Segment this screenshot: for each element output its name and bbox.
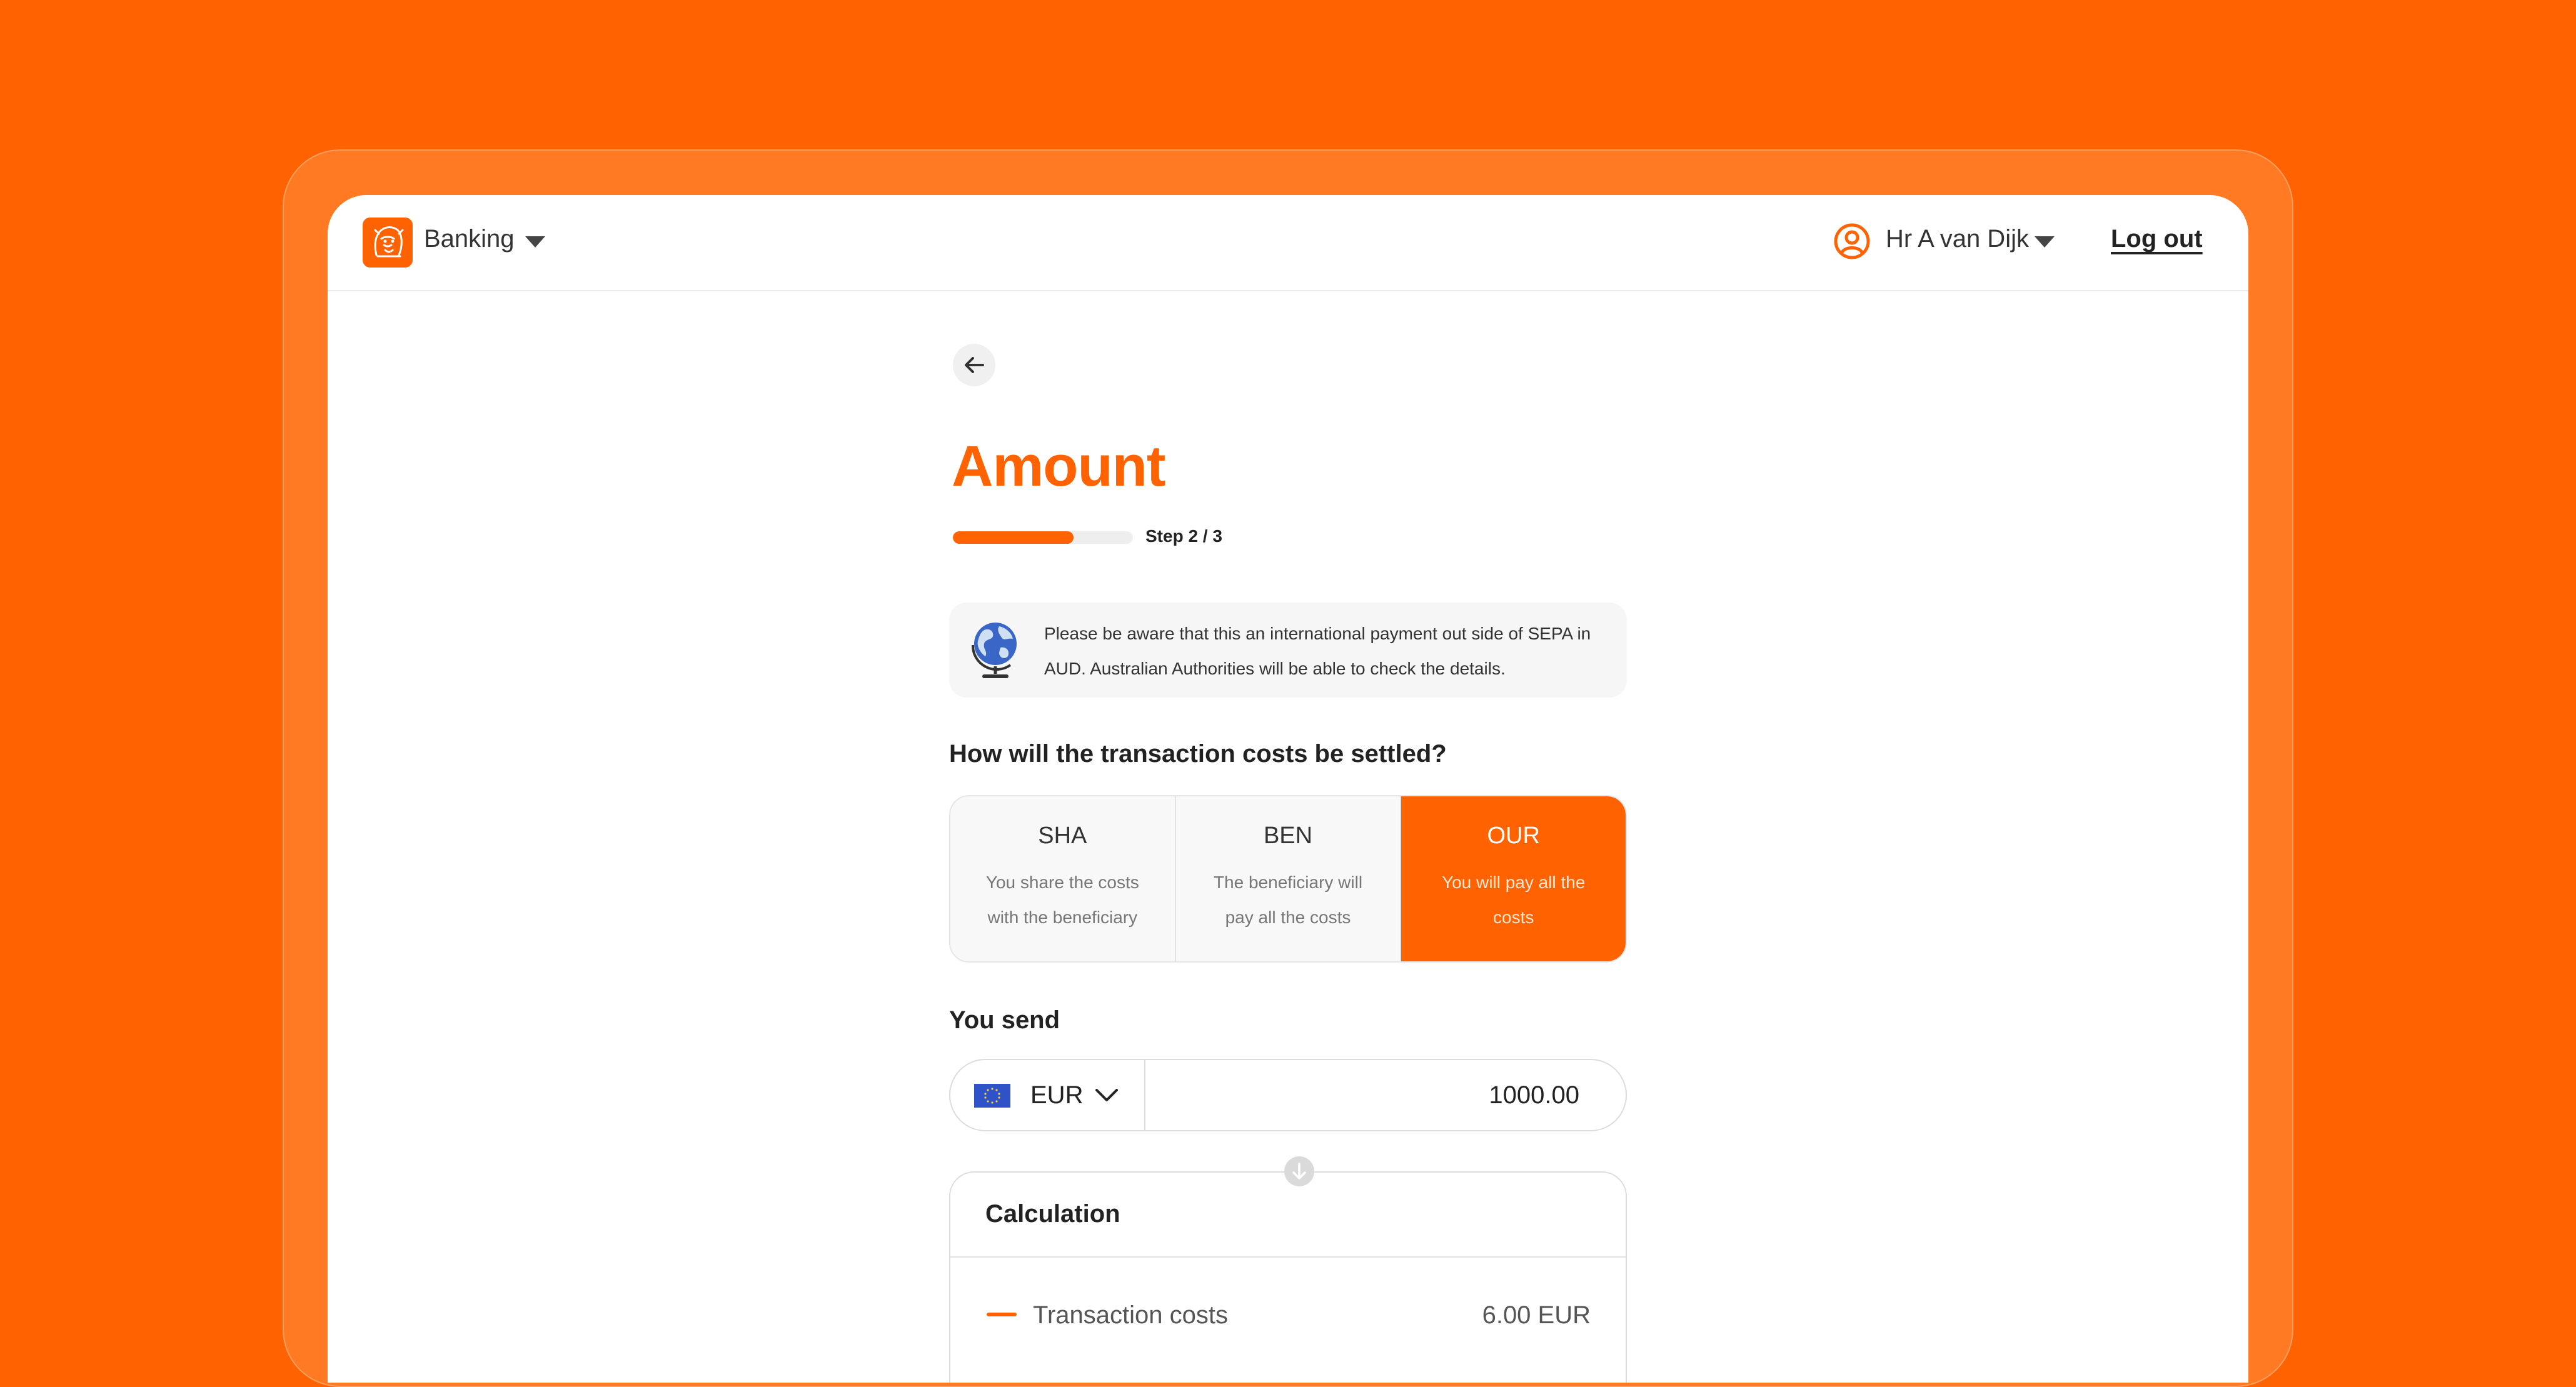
page-title: Amount [952, 434, 1165, 498]
cost-option-sha[interactable]: SHA You share the costs with the benefic… [950, 796, 1176, 961]
back-arrow-icon [965, 357, 984, 373]
option-description: You share the costs with the beneficiary [985, 873, 1139, 927]
option-description: You will pay all the costs [1442, 873, 1586, 927]
top-navigation-bar: Banking Hr A van Dijk Log out [328, 195, 2248, 291]
amount-input-group: EUR [949, 1059, 1627, 1131]
option-code: SHA [1038, 823, 1087, 849]
arrow-down-icon [1284, 1156, 1314, 1186]
globe-icon [971, 623, 1017, 678]
browser-window: Banking Hr A van Dijk Log out Amount Ste… [328, 195, 2248, 1383]
step-indicator: Step 2 / 3 [1145, 526, 1222, 546]
option-code: BEN [1263, 823, 1313, 849]
you-send-label: You send [949, 1006, 1060, 1034]
chevron-down-icon [1095, 1089, 1118, 1101]
cost-option-group: SHA You share the costs with the benefic… [949, 795, 1627, 963]
divider [950, 1256, 1626, 1258]
user-icon[interactable] [1833, 223, 1871, 260]
progress-fill [953, 531, 1074, 544]
calculation-title: Calculation [985, 1200, 1120, 1228]
cost-option-our[interactable]: OUR You will pay all the costs [1401, 796, 1626, 961]
back-button[interactable] [953, 344, 995, 386]
cost-option-ben[interactable]: BEN The beneficiary will pay all the cos… [1176, 796, 1402, 961]
app-menu-label[interactable]: Banking [424, 225, 515, 253]
option-description: The beneficiary will pay all the costs [1213, 873, 1363, 927]
currency-code: EUR [1030, 1081, 1084, 1109]
notice-text: Please be aware that this an internation… [1044, 624, 1591, 678]
eu-flag-icon [974, 1084, 1010, 1108]
progress-bar [953, 531, 1133, 544]
currency-select[interactable]: EUR [950, 1060, 1145, 1130]
calculation-row-value: 6.00 EUR [1482, 1301, 1591, 1329]
cost-settlement-question: How will the transaction costs be settle… [949, 740, 1447, 768]
caret-down-icon[interactable] [525, 236, 545, 248]
user-menu-label[interactable]: Hr A van Dijk [1886, 225, 2029, 253]
info-notice: Please be aware that this an internation… [949, 603, 1627, 698]
lion-logo-icon[interactable] [363, 218, 413, 268]
option-code: OUR [1487, 823, 1540, 849]
minus-icon [987, 1313, 1017, 1316]
calculation-card: Calculation Transaction costs 6.00 EUR [949, 1171, 1627, 1383]
amount-input[interactable] [1145, 1060, 1616, 1130]
caret-down-icon[interactable] [2035, 236, 2055, 248]
logout-link[interactable]: Log out [2111, 225, 2203, 253]
calculation-row-label: Transaction costs [1033, 1301, 1228, 1329]
